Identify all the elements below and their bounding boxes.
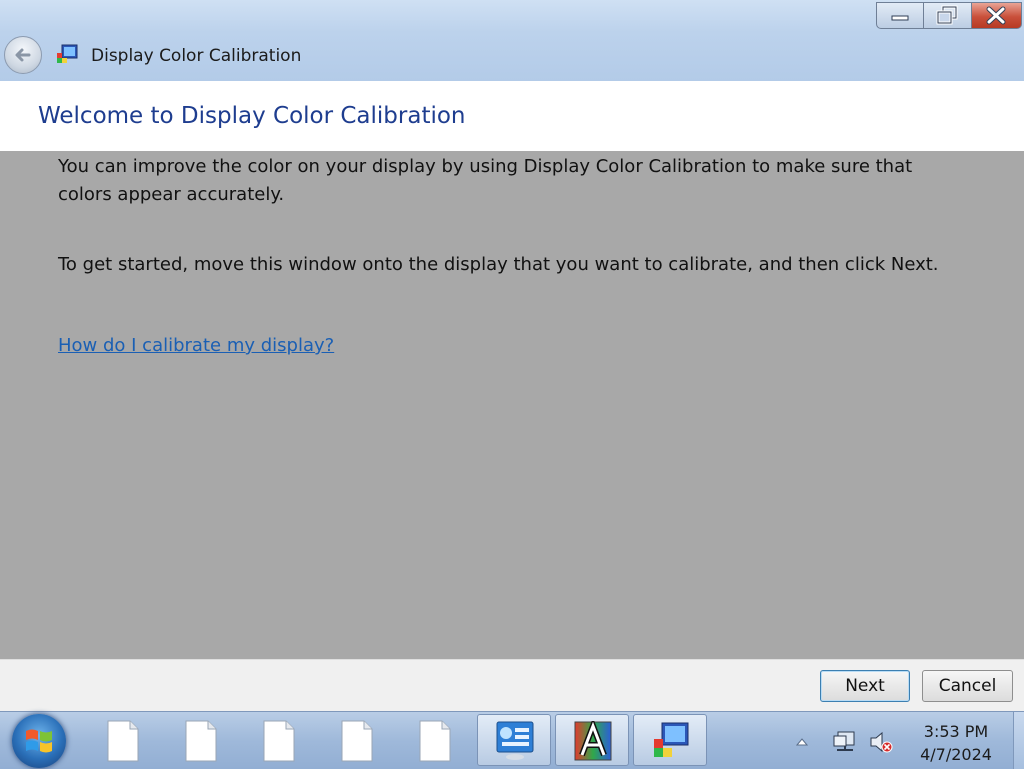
system-clock[interactable]: 3:53 PM 4/7/2024 (908, 720, 1004, 766)
file-icon[interactable] (106, 720, 140, 762)
file-icon[interactable] (418, 720, 452, 762)
display-color-calibration-icon (654, 722, 689, 757)
content-area: You can improve the color on your displa… (0, 151, 1024, 659)
next-button[interactable]: Next (820, 670, 910, 702)
minimize-button[interactable] (876, 2, 924, 29)
control-panel-icon (496, 721, 534, 760)
title-bar: Display Color Calibration (0, 0, 1024, 81)
window-title: Display Color Calibration (91, 46, 302, 66)
clock-date: 4/7/2024 (920, 745, 992, 764)
start-button[interactable] (12, 714, 66, 768)
file-icon[interactable] (262, 720, 296, 762)
back-button[interactable] (4, 36, 42, 74)
window-controls (876, 2, 1022, 30)
button-bar: Next Cancel (0, 659, 1024, 712)
file-icon[interactable] (184, 720, 218, 762)
taskbar-control-panel[interactable] (477, 714, 551, 766)
taskbar-display-color-calibration[interactable] (633, 714, 707, 766)
page-header: Welcome to Display Color Calibration (0, 81, 1024, 151)
instruction-paragraph: To get started, move this window onto th… (58, 254, 939, 275)
minimize-icon (891, 15, 909, 21)
page-title: Welcome to Display Color Calibration (38, 103, 466, 129)
windows-start-icon (26, 729, 52, 753)
font-viewer-icon (574, 721, 612, 761)
intro-paragraph: You can improve the color on your displa… (58, 156, 913, 205)
clock-time: 3:53 PM (923, 722, 989, 741)
display-color-calibration-icon (57, 44, 78, 63)
tray-expand-icon[interactable] (796, 738, 808, 746)
help-link[interactable]: How do I calibrate my display? (58, 335, 334, 356)
restore-icon (936, 5, 958, 25)
close-button[interactable] (972, 2, 1022, 29)
maximize-button[interactable] (924, 2, 972, 29)
file-icon[interactable] (340, 720, 374, 762)
taskbar-font-viewer[interactable] (555, 714, 629, 766)
volume-muted-icon[interactable] (869, 730, 895, 754)
close-icon (986, 6, 1006, 25)
back-arrow-icon (15, 48, 31, 62)
taskbar: 3:53 PM 4/7/2024 (0, 711, 1024, 769)
network-icon[interactable] (832, 730, 858, 754)
show-desktop-button[interactable] (1013, 712, 1024, 769)
cancel-button[interactable]: Cancel (922, 670, 1013, 702)
